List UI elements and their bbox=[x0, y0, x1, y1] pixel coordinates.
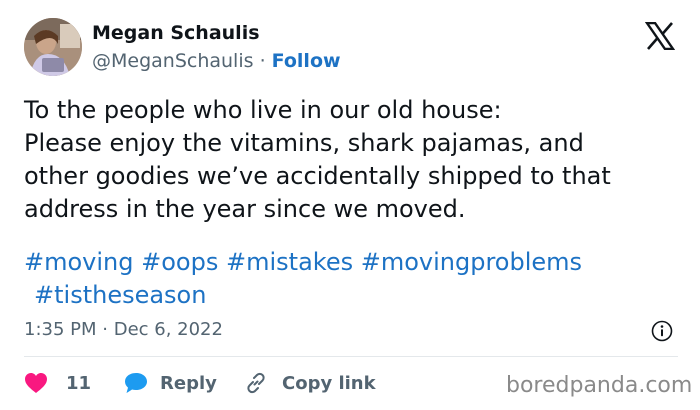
reply-bubble-icon bbox=[125, 373, 147, 393]
follow-button[interactable]: Follow bbox=[272, 50, 341, 72]
author-handle[interactable]: @MeganSchaulis bbox=[92, 50, 254, 72]
author-name[interactable]: Megan Schaulis bbox=[92, 22, 260, 44]
handle-separator: · bbox=[253, 50, 272, 72]
tweet-line: Please enjoy the vitamins, shark pajamas… bbox=[24, 129, 584, 157]
tweet-timestamp[interactable]: 1:35 PM · Dec 6, 2022 bbox=[24, 319, 223, 340]
meta-separator: · bbox=[96, 319, 114, 340]
hashtag-list: #moving #oops #mistakes #movingproblems … bbox=[24, 246, 684, 312]
heart-icon bbox=[25, 373, 47, 393]
copy-link-label: Copy link bbox=[282, 372, 376, 394]
like-count: 11 bbox=[66, 372, 92, 394]
action-bar: 11 Reply Copy link bbox=[24, 366, 494, 400]
tweet-text: To the people who live in our old house:… bbox=[24, 94, 684, 226]
tweet-line: To the people who live in our old house: bbox=[24, 96, 502, 124]
author-handle-row: @MeganSchaulis · Follow bbox=[92, 50, 341, 72]
reply-button[interactable]: Reply bbox=[124, 366, 217, 400]
hashtag-line: #moving #oops #mistakes #movingproblems bbox=[24, 246, 684, 279]
hashtag-link[interactable]: #oops bbox=[141, 248, 218, 276]
reply-label: Reply bbox=[160, 372, 217, 394]
tweet-line: other goodies we’ve accidentally shipped… bbox=[24, 162, 611, 190]
like-button[interactable]: 11 bbox=[24, 366, 91, 400]
hashtag-link[interactable]: #tistheseason bbox=[34, 281, 206, 309]
tweet-date: Dec 6, 2022 bbox=[113, 319, 223, 340]
tweet-time: 1:35 PM bbox=[24, 319, 97, 340]
hashtag-link[interactable]: #moving bbox=[24, 248, 134, 276]
copy-link-button[interactable]: Copy link bbox=[244, 366, 376, 400]
avatar-photo bbox=[24, 18, 82, 76]
info-icon[interactable] bbox=[651, 320, 673, 342]
tweet-line: address in the year since we moved. bbox=[24, 195, 466, 223]
avatar[interactable] bbox=[24, 18, 82, 76]
hashtag-link[interactable]: #mistakes bbox=[226, 248, 353, 276]
x-logo-icon[interactable] bbox=[645, 22, 675, 50]
divider bbox=[24, 356, 678, 357]
tweet-card: Megan Schaulis @MeganSchaulis · Follow T… bbox=[0, 0, 700, 410]
hashtag-line: #tistheseason bbox=[24, 279, 684, 312]
link-icon bbox=[247, 372, 265, 394]
watermark: boredpanda.com bbox=[506, 373, 693, 398]
hashtag-link[interactable]: #movingproblems bbox=[361, 248, 582, 276]
